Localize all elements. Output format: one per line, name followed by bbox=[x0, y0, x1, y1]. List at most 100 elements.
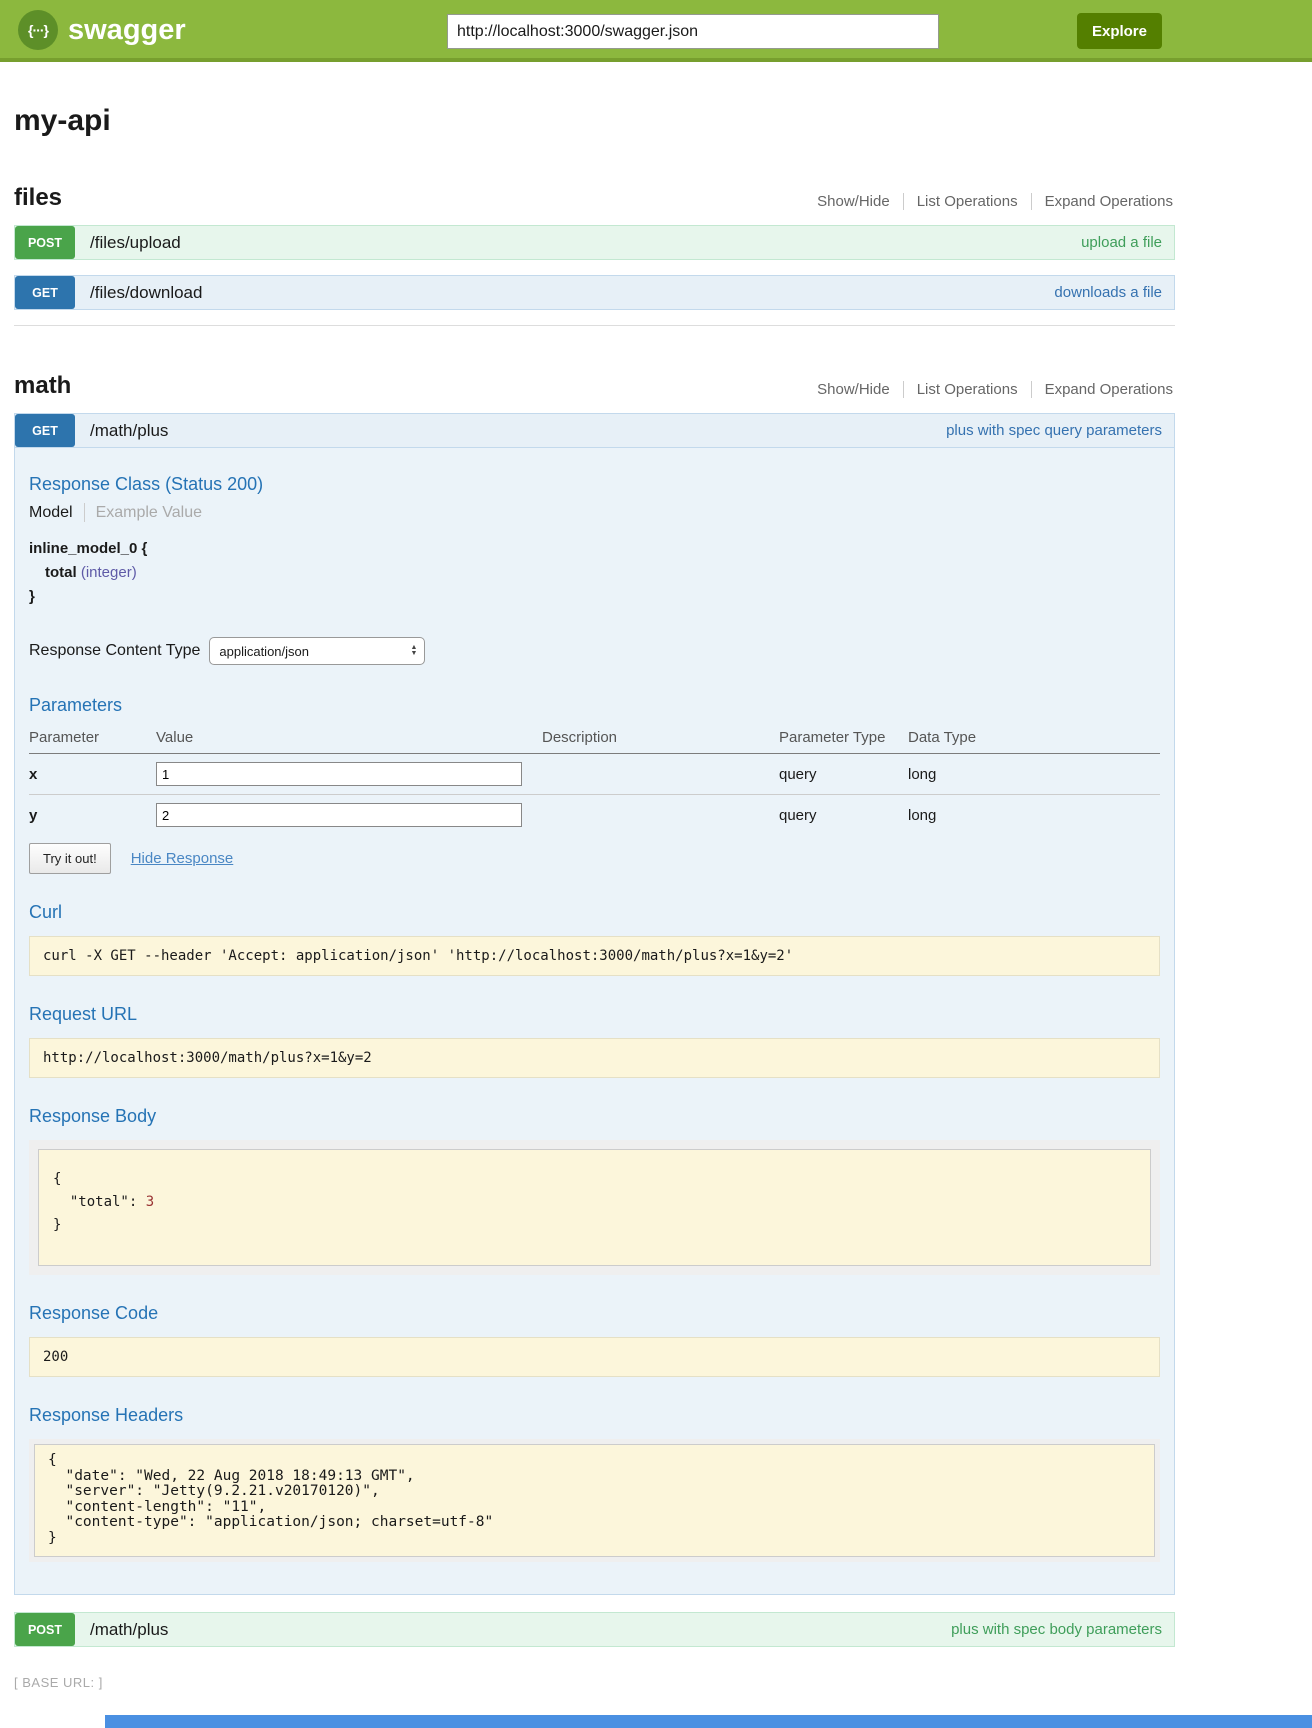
json-close-brace: } bbox=[53, 1214, 1136, 1237]
math-resource-header: math Show/Hide List Operations Expand Op… bbox=[14, 372, 1175, 400]
math-expand-operations-link[interactable]: Expand Operations bbox=[1032, 381, 1175, 398]
response-body-heading: Response Body bbox=[29, 1106, 1160, 1127]
files-show-hide-link[interactable]: Show/Hide bbox=[804, 193, 903, 210]
json-total-line: "total": 3 bbox=[53, 1191, 1136, 1214]
math-show-hide-link[interactable]: Show/Hide bbox=[804, 381, 903, 398]
select-arrows-icon: ▲▼ bbox=[410, 645, 417, 657]
response-body-container: { "total": 3 } bbox=[29, 1140, 1160, 1275]
operation-path[interactable]: /files/download bbox=[90, 283, 1054, 303]
column-header-parameter-type: Parameter Type bbox=[779, 725, 908, 754]
operation-path[interactable]: /math/plus bbox=[90, 421, 946, 441]
files-resource-controls: Show/Hide List Operations Expand Operati… bbox=[804, 193, 1175, 212]
base-url-footer: [ BASE URL: ] bbox=[14, 1675, 1175, 1690]
files-list-operations-link[interactable]: List Operations bbox=[904, 193, 1031, 210]
operation-path[interactable]: /files/upload bbox=[90, 233, 1081, 253]
model-close-line: } bbox=[29, 588, 1160, 605]
parameter-name: x bbox=[29, 754, 156, 795]
parameter-y-input[interactable] bbox=[156, 803, 522, 827]
response-class-heading: Response Class (Status 200) bbox=[29, 474, 1160, 495]
operation-expanded-content: Response Class (Status 200) Model Exampl… bbox=[14, 448, 1175, 1595]
response-headers-json: { "date": "Wed, 22 Aug 2018 18:49:13 GMT… bbox=[34, 1444, 1155, 1557]
files-resource-header: files Show/Hide List Operations Expand O… bbox=[14, 184, 1175, 212]
try-it-out-row: Try it out! Hide Response bbox=[29, 843, 1160, 874]
request-url-heading: Request URL bbox=[29, 1004, 1160, 1025]
post-method-badge[interactable]: POST bbox=[15, 1613, 75, 1646]
main-container: my-api files Show/Hide List Operations E… bbox=[14, 104, 1175, 1690]
tab-model[interactable]: Model bbox=[29, 504, 84, 522]
header-bar: {···} swagger Explore bbox=[0, 0, 1312, 62]
operation-summary-link[interactable]: downloads a file bbox=[1054, 284, 1162, 301]
parameter-x-input[interactable] bbox=[156, 762, 522, 786]
headers-line: "content-type": "application/json; chars… bbox=[48, 1515, 1141, 1531]
operation-summary-link[interactable]: plus with spec body parameters bbox=[951, 1621, 1162, 1638]
column-header-data-type: Data Type bbox=[908, 725, 1160, 754]
spec-url-input[interactable] bbox=[447, 14, 939, 49]
curl-heading: Curl bbox=[29, 902, 1160, 923]
bottom-blue-bar bbox=[105, 1715, 1312, 1728]
get-method-badge[interactable]: GET bbox=[15, 414, 75, 447]
parameter-description bbox=[542, 795, 779, 836]
selected-content-type: application/json bbox=[219, 644, 309, 659]
operation-path[interactable]: /math/plus bbox=[90, 1620, 951, 1640]
column-header-value: Value bbox=[156, 725, 542, 754]
json-number-value: 3 bbox=[146, 1194, 154, 1210]
tab-example-value[interactable]: Example Value bbox=[85, 504, 202, 522]
column-header-parameter: Parameter bbox=[29, 725, 156, 754]
math-list-operations-link[interactable]: List Operations bbox=[904, 381, 1031, 398]
parameter-name: y bbox=[29, 795, 156, 836]
resource-title-math[interactable]: math bbox=[14, 372, 71, 400]
model-property: total (integer) bbox=[29, 564, 1160, 581]
model-open-line: inline_model_0 { bbox=[29, 540, 1160, 557]
section-divider bbox=[14, 325, 1175, 326]
parameters-heading: Parameters bbox=[29, 695, 1160, 716]
logo-text: swagger bbox=[68, 14, 186, 47]
model-tabs: Model Example Value bbox=[29, 503, 1160, 522]
model-property-name: total bbox=[45, 564, 77, 581]
swagger-logo[interactable]: {···} swagger bbox=[18, 10, 186, 50]
operation-row-post-files-upload[interactable]: POST /files/upload upload a file bbox=[14, 225, 1175, 260]
json-key: "total": bbox=[53, 1194, 146, 1210]
math-resource-controls: Show/Hide List Operations Expand Operati… bbox=[804, 381, 1175, 400]
operation-summary-link[interactable]: upload a file bbox=[1081, 234, 1162, 251]
get-method-badge[interactable]: GET bbox=[15, 276, 75, 309]
model-property-type: (integer) bbox=[81, 564, 137, 581]
hide-response-link[interactable]: Hide Response bbox=[131, 850, 234, 867]
parameters-table: Parameter Value Description Parameter Ty… bbox=[29, 725, 1160, 835]
headers-line: "server": "Jetty(9.2.21.v20170120)", bbox=[48, 1484, 1141, 1500]
files-expand-operations-link[interactable]: Expand Operations bbox=[1032, 193, 1175, 210]
headers-line: "date": "Wed, 22 Aug 2018 18:49:13 GMT", bbox=[48, 1469, 1141, 1485]
response-content-type-row: Response Content Type application/json ▲… bbox=[29, 637, 1160, 665]
response-headers-container: { "date": "Wed, 22 Aug 2018 18:49:13 GMT… bbox=[29, 1439, 1160, 1562]
response-content-type-select[interactable]: application/json ▲▼ bbox=[209, 637, 425, 665]
headers-line: { bbox=[48, 1453, 1141, 1469]
operation-block-get-math-plus: GET /math/plus plus with spec query para… bbox=[14, 413, 1175, 1595]
explore-button[interactable]: Explore bbox=[1077, 13, 1162, 49]
model-signature: inline_model_0 { total (integer) } bbox=[29, 540, 1160, 605]
response-headers-heading: Response Headers bbox=[29, 1405, 1160, 1426]
headers-line: "content-length": "11", bbox=[48, 1500, 1141, 1516]
parameter-row-y: y query long bbox=[29, 795, 1160, 836]
resource-title-files[interactable]: files bbox=[14, 184, 62, 212]
parameter-type: query bbox=[779, 754, 908, 795]
post-method-badge[interactable]: POST bbox=[15, 226, 75, 259]
column-header-description: Description bbox=[542, 725, 779, 754]
operation-row-post-math-plus[interactable]: POST /math/plus plus with spec body para… bbox=[14, 1612, 1175, 1647]
headers-line: } bbox=[48, 1531, 1141, 1547]
swagger-logo-icon: {···} bbox=[18, 10, 58, 50]
operation-row-get-files-download[interactable]: GET /files/download downloads a file bbox=[14, 275, 1175, 310]
response-body-json: { "total": 3 } bbox=[38, 1149, 1151, 1266]
operation-row-get-math-plus[interactable]: GET /math/plus plus with spec query para… bbox=[14, 413, 1175, 448]
response-code-heading: Response Code bbox=[29, 1303, 1160, 1324]
curl-command: curl -X GET --header 'Accept: applicatio… bbox=[29, 936, 1160, 976]
operation-summary-link[interactable]: plus with spec query parameters bbox=[946, 422, 1162, 439]
api-title: my-api bbox=[14, 104, 1175, 138]
request-url-value: http://localhost:3000/math/plus?x=1&y=2 bbox=[29, 1038, 1160, 1078]
parameter-data-type: long bbox=[908, 795, 1160, 836]
logo-braces-glyph: {···} bbox=[28, 22, 48, 38]
parameter-row-x: x query long bbox=[29, 754, 1160, 795]
json-open-brace: { bbox=[53, 1168, 1136, 1191]
try-it-out-button[interactable]: Try it out! bbox=[29, 843, 111, 874]
response-code-value: 200 bbox=[29, 1337, 1160, 1377]
parameter-data-type: long bbox=[908, 754, 1160, 795]
parameter-description bbox=[542, 754, 779, 795]
